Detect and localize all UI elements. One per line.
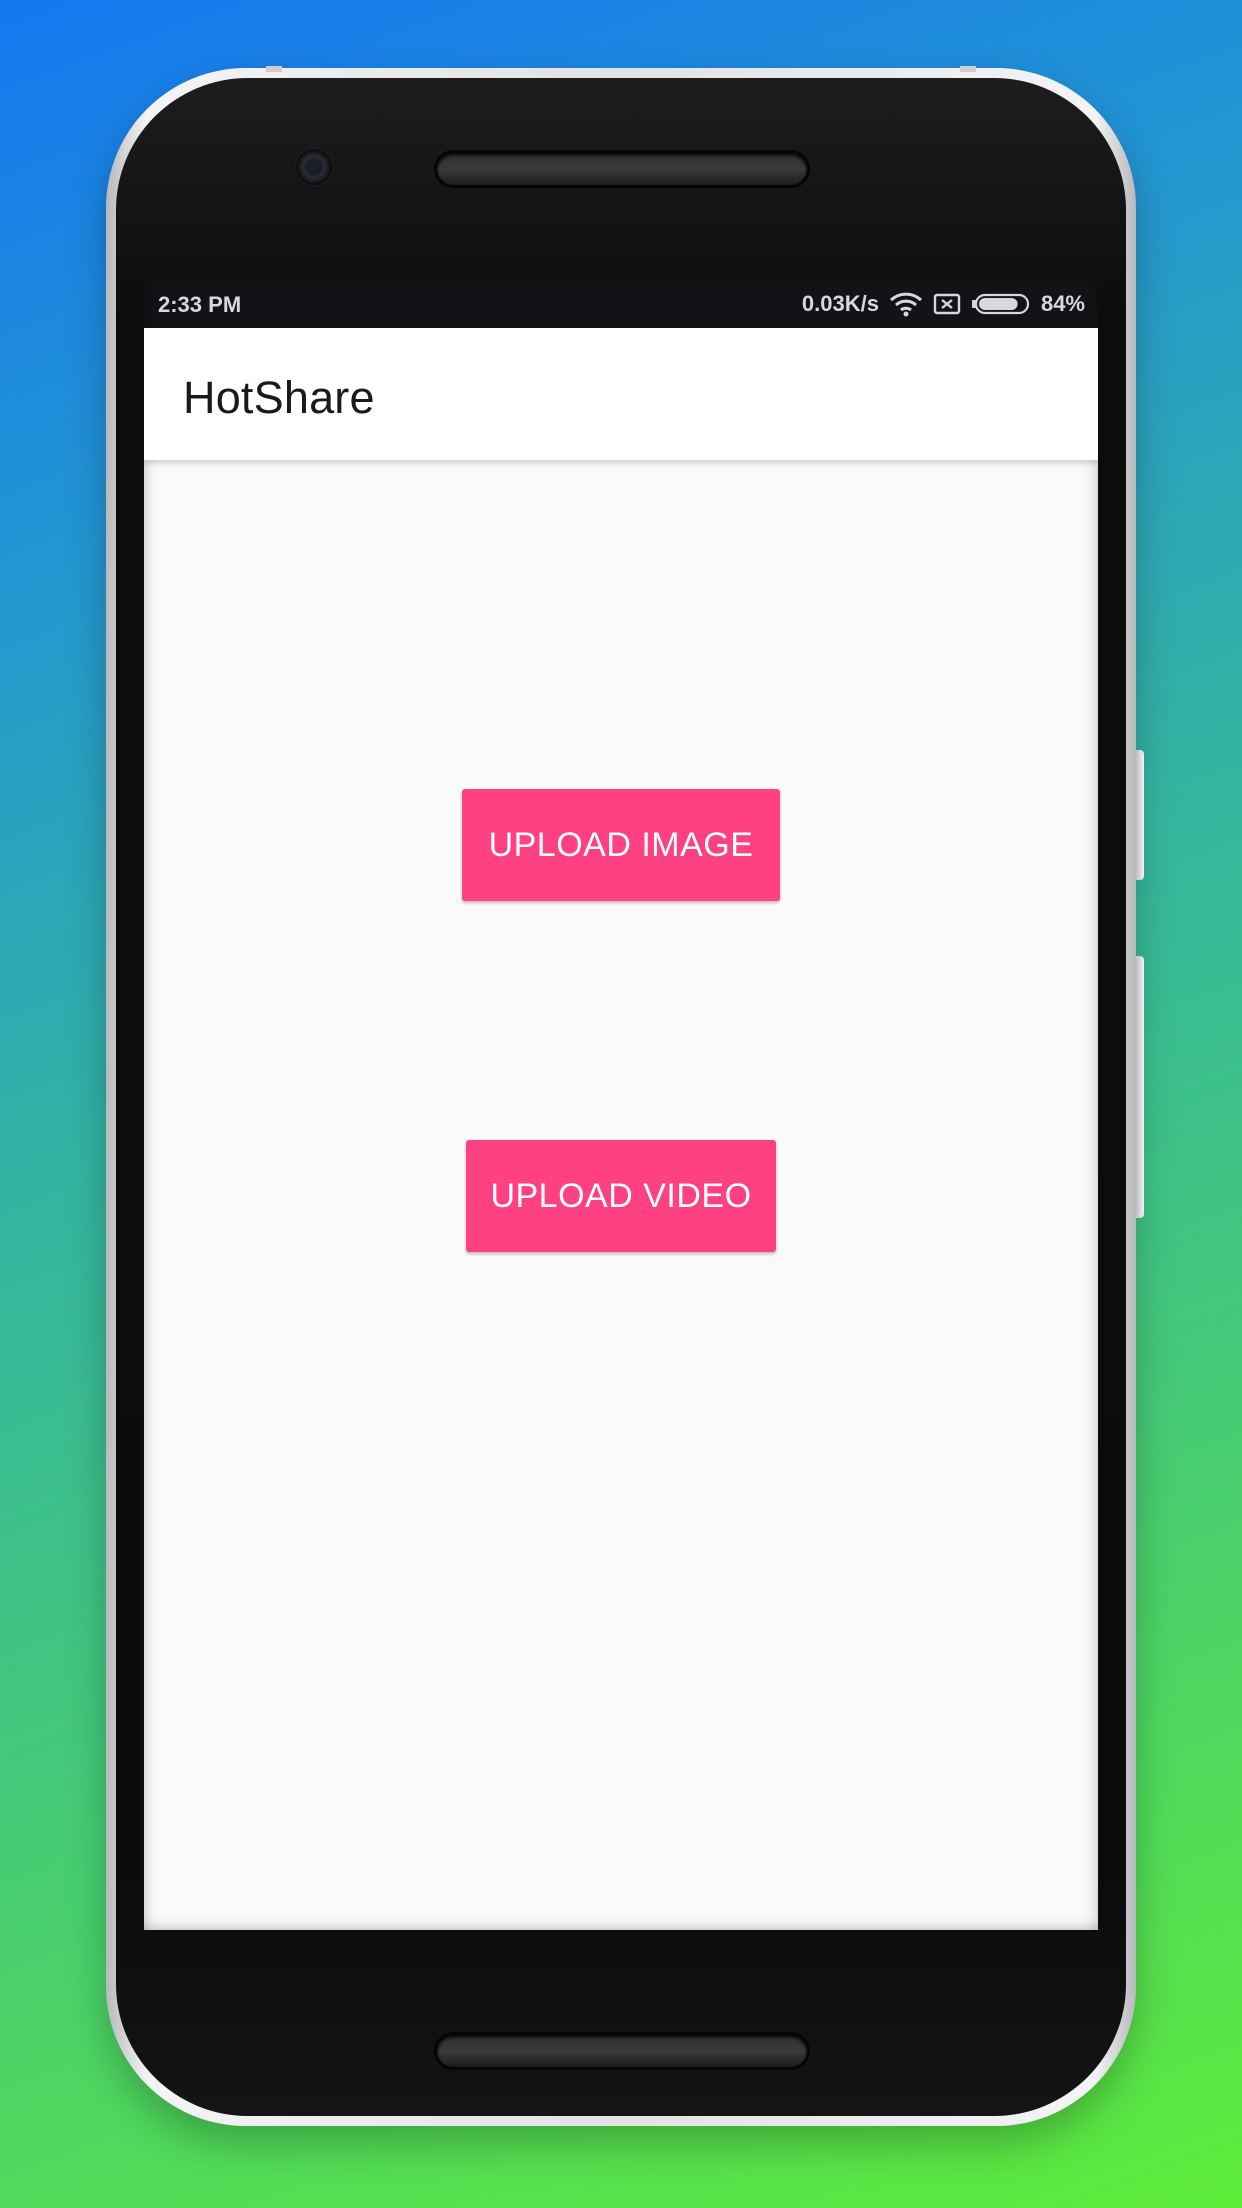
wifi-icon [889,291,923,317]
battery-icon [971,293,1031,315]
frame-antenna-band [960,66,976,72]
bottom-speaker-grille [437,2035,807,2067]
power-button [1136,956,1144,1218]
frame-antenna-band [266,66,282,72]
volume-button [1136,750,1144,880]
app-title: HotShare [183,372,375,423]
app-bar: HotShare [144,328,1098,460]
upload-video-button[interactable]: UPLOAD VIDEO [466,1140,776,1252]
no-sim-icon [933,292,961,316]
network-speed: 0.03K/s [801,291,879,316]
battery-percent: 84% [1040,291,1085,316]
front-camera [296,149,332,185]
status-bar: 2:33 PM 0.03K/s 84% [144,280,1098,328]
status-time: 2:33 PM [158,292,242,317]
phone-screen: 2:33 PM 0.03K/s 84% HotShare UPLOAD IMAG… [144,280,1098,1930]
status-icons: 0.03K/s 84% [802,280,1085,328]
top-speaker-grille [437,153,807,185]
upload-image-button[interactable]: UPLOAD IMAGE [462,789,780,901]
